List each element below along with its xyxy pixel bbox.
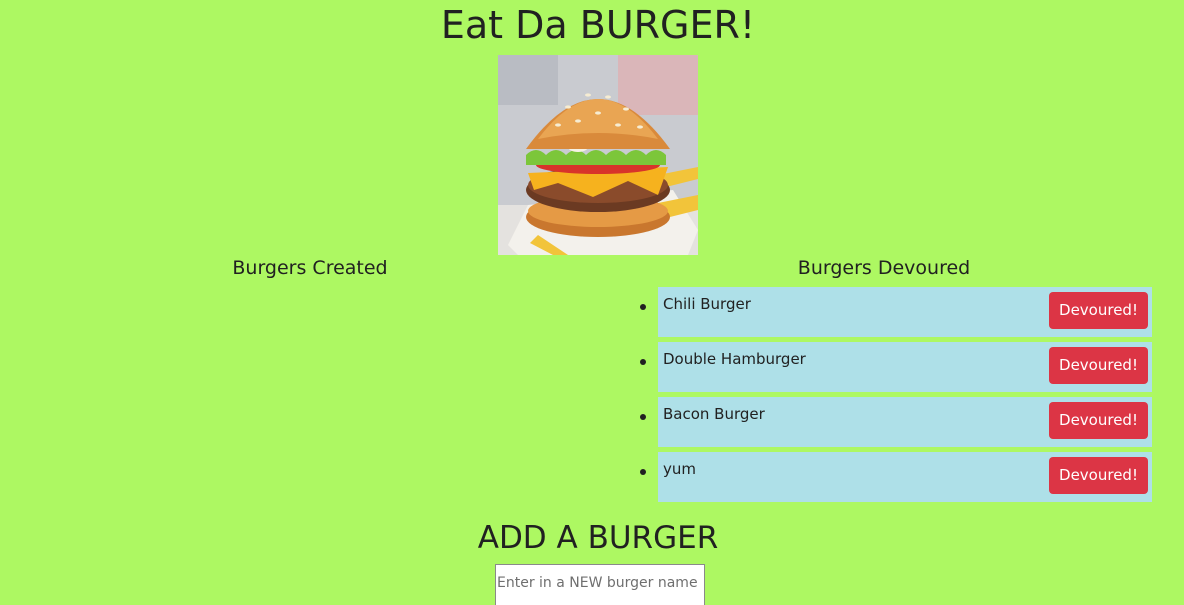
burger-card: Double Hamburger Devoured!: [658, 342, 1152, 392]
devoured-burger-list: Chili Burger Devoured! Double Hamburger …: [612, 287, 1172, 507]
burger-name: Chili Burger: [663, 295, 751, 313]
burgers-created-heading: Burgers Created: [232, 257, 388, 279]
burger-name-input[interactable]: [495, 564, 705, 605]
bullet-icon: [640, 414, 646, 420]
list-item: Chili Burger Devoured!: [612, 287, 1172, 337]
page-title: Eat Da BURGER!: [440, 3, 756, 47]
bullet-icon: [640, 304, 646, 310]
devoured-button[interactable]: Devoured!: [1049, 292, 1148, 329]
burgers-devoured-heading: Burgers Devoured: [797, 257, 971, 279]
devoured-button[interactable]: Devoured!: [1049, 402, 1148, 439]
burger-name: Double Hamburger: [663, 350, 806, 368]
burger-card: yum Devoured!: [658, 452, 1152, 502]
add-burger-heading: ADD A BURGER: [477, 520, 719, 556]
page: Eat Da BURGER! Burgers Created Burgers D…: [0, 0, 1184, 605]
burger-name: Bacon Burger: [663, 405, 765, 423]
list-item: Double Hamburger Devoured!: [612, 342, 1172, 392]
bullet-icon: [640, 359, 646, 365]
devoured-button[interactable]: Devoured!: [1049, 457, 1148, 494]
list-item: Bacon Burger Devoured!: [612, 397, 1172, 447]
burger-card: Chili Burger Devoured!: [658, 287, 1152, 337]
burger-photo-icon: [498, 55, 698, 255]
bullet-icon: [640, 469, 646, 475]
devoured-button[interactable]: Devoured!: [1049, 347, 1148, 384]
burger-name: yum: [663, 460, 696, 478]
burger-image: [498, 55, 698, 255]
burger-card: Bacon Burger Devoured!: [658, 397, 1152, 447]
list-item: yum Devoured!: [612, 452, 1172, 502]
